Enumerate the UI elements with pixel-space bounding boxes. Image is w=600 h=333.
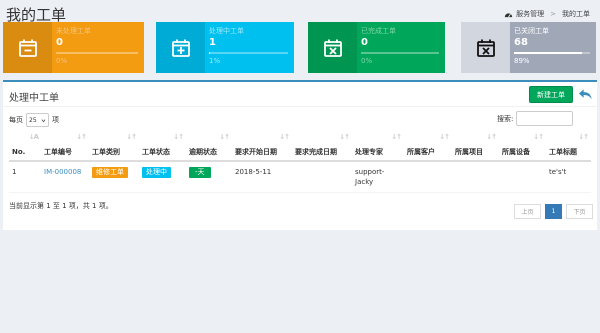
- calendar-close-icon: [476, 39, 495, 57]
- calendar-plus-icon: [171, 39, 190, 57]
- sort-icon: ↓↑: [219, 133, 230, 141]
- panel-title: 处理中工单: [9, 93, 59, 104]
- col-header-id[interactable]: 工单编号 ↓↑: [41, 132, 89, 162]
- cell-no: 1: [9, 161, 41, 193]
- back-icon[interactable]: [578, 87, 593, 101]
- stat-percent: 89%: [514, 57, 530, 65]
- calendar-times-icon: [323, 39, 342, 57]
- sort-icon: ↓↑: [126, 133, 137, 141]
- sort-icon: ↓↑: [578, 133, 589, 141]
- cell-title: te's't: [546, 161, 591, 193]
- stat-label: 已关闭工单: [514, 27, 549, 35]
- length-suffix: 项: [52, 116, 59, 124]
- page-length-value: 25: [29, 116, 37, 124]
- stat-percent: 0%: [361, 57, 373, 65]
- col-header-no[interactable]: No. ↓A: [9, 132, 41, 162]
- overdue-badge: -天: [189, 167, 211, 178]
- chevron-down-icon: [41, 118, 46, 122]
- prev-page-button[interactable]: 上页: [514, 204, 541, 219]
- col-header-status[interactable]: 工单状态 ↓↑: [139, 132, 186, 162]
- stat-value: 0: [56, 37, 63, 48]
- sort-icon: ↓↑: [533, 133, 544, 141]
- status-badge: 处理中: [142, 167, 171, 178]
- cell-expert: support-Jacky: [352, 161, 404, 193]
- stat-card-unprocessed[interactable]: 未处理工单 0 0%: [3, 22, 144, 73]
- breadcrumb-separator: >: [550, 10, 556, 18]
- cell-end-date: [292, 161, 352, 193]
- col-header-expert[interactable]: 处理专家 ↓↑: [352, 132, 404, 162]
- stat-value: 68: [514, 37, 528, 48]
- sort-icon: ↓↑: [76, 133, 87, 141]
- sort-icon: ↓↑: [439, 133, 450, 141]
- sort-icon: ↓↑: [279, 133, 290, 141]
- search-label: 搜索:: [497, 114, 514, 123]
- cell-project: [452, 161, 499, 193]
- category-badge: 维修工单: [92, 167, 128, 178]
- stat-label: 已完成工单: [361, 27, 396, 35]
- stat-progress: [209, 52, 288, 54]
- stat-value: 1: [209, 37, 216, 48]
- stat-percent: 0%: [56, 57, 68, 65]
- col-header-device[interactable]: 所属设备 ↓↑: [499, 132, 546, 162]
- page-length-control: 每页 25 项: [9, 113, 59, 127]
- col-header-category[interactable]: 工单类别 ↓↑: [89, 132, 139, 162]
- panel-divider: [3, 106, 597, 107]
- stat-label: 未处理工单: [56, 27, 91, 35]
- sort-icon: ↓↑: [173, 133, 184, 141]
- stat-value: 0: [361, 37, 368, 48]
- sort-icon: ↓↑: [391, 133, 402, 141]
- dashboard-icon: [504, 12, 513, 17]
- table-info: 当前显示第 1 至 1 项，共 1 项。: [9, 202, 113, 210]
- page-length-select[interactable]: 25: [26, 113, 49, 127]
- new-ticket-button[interactable]: 新建工单: [529, 86, 573, 103]
- stat-progress: [361, 52, 439, 54]
- processing-tickets-panel: 处理中工单 新建工单 每页 25 项 搜索: No. ↓A 工单编号 ↓↑ 工单类别…: [3, 80, 597, 230]
- sort-icon: ↓↑: [339, 133, 350, 141]
- cell-customer: [404, 161, 452, 193]
- pagination: 上页 1 下页: [514, 204, 593, 219]
- ticket-id-link[interactable]: IM-000008: [44, 168, 81, 176]
- next-page-button[interactable]: 下页: [566, 204, 593, 219]
- table-header-row: No. ↓A 工单编号 ↓↑ 工单类别 ↓↑ 工单状态 ↓↑ 逾期状态 ↓↑ 要求开始日期…: [9, 132, 591, 162]
- col-header-end-date[interactable]: 要求完成日期 ↓↑: [292, 132, 352, 162]
- cell-device: [499, 161, 546, 193]
- stat-label: 处理中工单: [209, 27, 244, 35]
- sort-icon: ↓↑: [486, 133, 497, 141]
- breadcrumb: 服务管理 > 我的工单: [504, 9, 590, 19]
- length-prefix: 每页: [9, 116, 23, 124]
- stat-percent: 1%: [209, 57, 221, 65]
- breadcrumb-current: 我的工单: [562, 10, 590, 18]
- page-1-button[interactable]: 1: [545, 204, 562, 219]
- stat-card-processing[interactable]: 处理中工单 1 1%: [156, 22, 294, 73]
- search-control: 搜索:: [497, 111, 574, 126]
- search-input[interactable]: [516, 111, 574, 126]
- col-header-overdue[interactable]: 逾期状态 ↓↑: [186, 132, 232, 162]
- stat-progress: [56, 52, 138, 54]
- col-header-customer[interactable]: 所属客户 ↓↑: [404, 132, 452, 162]
- stat-card-completed[interactable]: 已完成工单 0 0%: [308, 22, 445, 73]
- col-header-title[interactable]: 工单标题 ↓↑: [546, 132, 591, 162]
- col-header-project[interactable]: 所属项目 ↓↑: [452, 132, 499, 162]
- stat-card-closed[interactable]: 已关闭工单 68 89%: [461, 22, 596, 73]
- table-row[interactable]: 1 IM-000008 维修工单 处理中 -天 2018-5-11 suppor…: [9, 161, 591, 193]
- tickets-table: No. ↓A 工单编号 ↓↑ 工单类别 ↓↑ 工单状态 ↓↑ 逾期状态 ↓↑ 要求开始日期…: [9, 132, 591, 193]
- cell-start-date: 2018-5-11: [232, 161, 292, 193]
- col-header-start-date[interactable]: 要求开始日期 ↓↑: [232, 132, 292, 162]
- breadcrumb-parent[interactable]: 服务管理: [516, 9, 544, 19]
- sort-asc-icon: ↓A: [28, 133, 39, 141]
- stat-progress: [514, 52, 590, 54]
- calendar-minus-icon: [18, 39, 37, 57]
